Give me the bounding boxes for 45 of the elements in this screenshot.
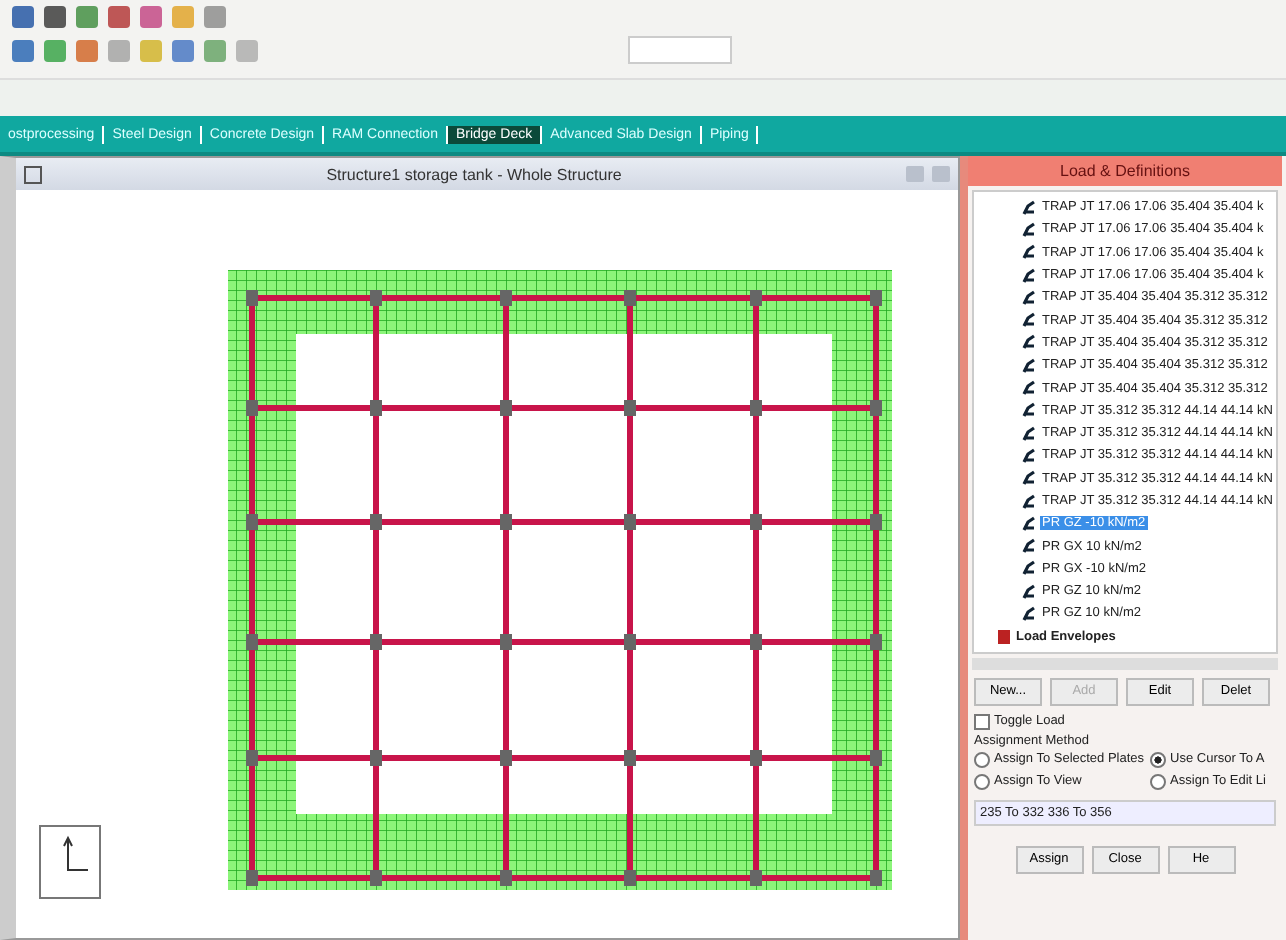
load-icon xyxy=(1022,244,1036,261)
scrollbar[interactable] xyxy=(972,657,1278,670)
load-icon xyxy=(1022,402,1036,419)
toolbar-icon[interactable] xyxy=(108,6,130,28)
load-icon xyxy=(1022,425,1036,442)
load-icon xyxy=(1022,583,1036,600)
toolbar-icon[interactable] xyxy=(204,39,226,61)
toolbar-icon[interactable] xyxy=(76,6,98,28)
toolbar-icon[interactable] xyxy=(236,39,258,61)
window-menu-icon[interactable] xyxy=(24,165,42,183)
toolbar-icon[interactable] xyxy=(76,39,98,61)
radio-button[interactable] xyxy=(974,773,990,790)
load-icon xyxy=(1022,447,1036,464)
toolbar-icon[interactable] xyxy=(12,39,34,61)
load-icon xyxy=(1022,334,1036,351)
load-icon xyxy=(1022,289,1036,306)
load-icon xyxy=(1022,560,1036,577)
radio-button[interactable] xyxy=(1150,773,1167,790)
toolbar-icon[interactable] xyxy=(12,6,34,28)
load-icon xyxy=(1022,221,1036,238)
axis-icon xyxy=(39,825,101,899)
toolbar-icon[interactable] xyxy=(172,39,194,61)
load-icon xyxy=(1022,267,1036,284)
toolbar-field[interactable] xyxy=(628,36,732,64)
load-icon xyxy=(1022,380,1036,397)
load-icon xyxy=(1022,199,1036,216)
window-title: Structure1 storage tank - Whole Structure xyxy=(324,165,624,183)
load-icon xyxy=(1022,470,1036,487)
load-icon xyxy=(1022,605,1036,622)
toolbar-icon[interactable] xyxy=(204,6,226,28)
load-icon xyxy=(1022,538,1036,555)
toolbar-icon[interactable] xyxy=(140,39,162,61)
toolbar-icon[interactable] xyxy=(44,39,66,61)
envelope-icon xyxy=(998,629,1010,644)
toolbar-icon[interactable] xyxy=(140,6,162,28)
load-icon xyxy=(1022,312,1036,329)
radio-button[interactable] xyxy=(1150,751,1167,768)
load-icon xyxy=(1022,357,1036,374)
checkbox[interactable] xyxy=(974,713,990,730)
load-icon xyxy=(1022,493,1036,509)
toolbar-icon[interactable] xyxy=(44,6,66,28)
toolbar-icon[interactable] xyxy=(108,39,130,61)
panel-title: Load & Definitions xyxy=(968,156,1282,186)
radio-button[interactable] xyxy=(974,751,990,768)
load-icon xyxy=(1022,515,1036,532)
